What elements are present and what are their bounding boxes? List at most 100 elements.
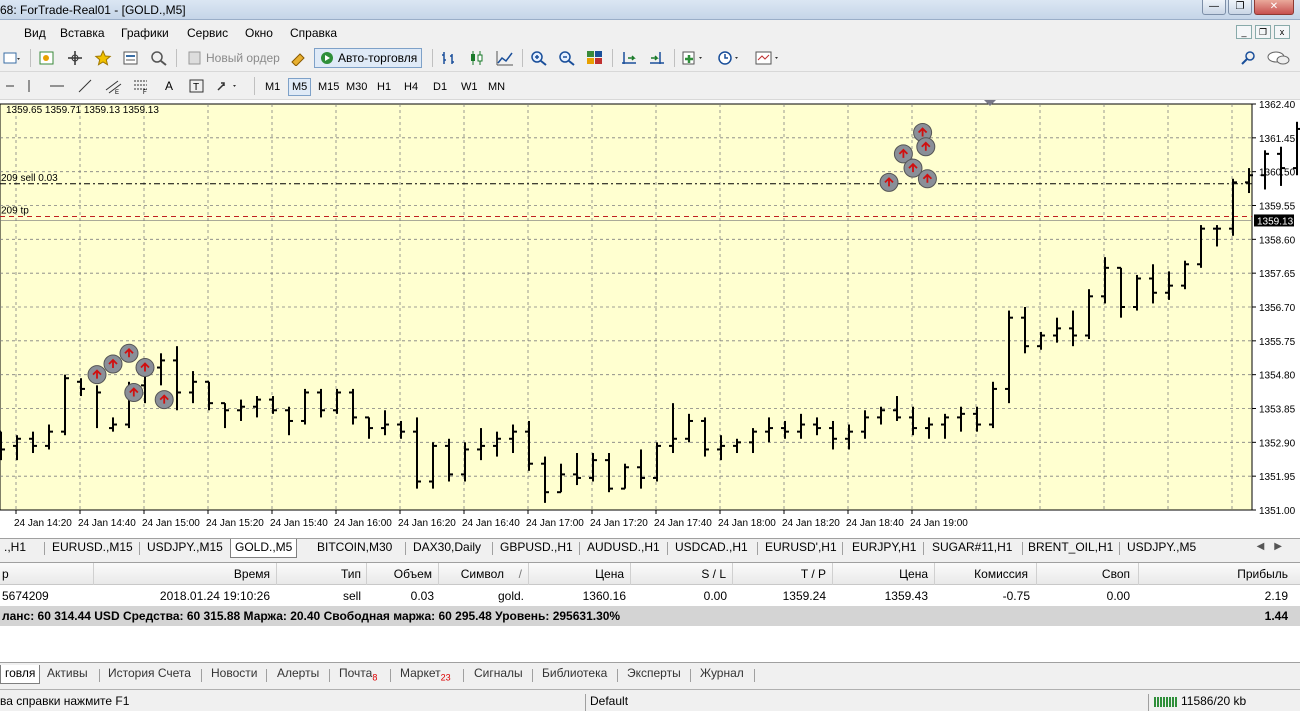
tf-m15[interactable]: M15	[314, 78, 343, 96]
line-chart-icon[interactable]	[494, 48, 516, 68]
text-label-icon[interactable]: T	[186, 76, 208, 96]
tf-h1[interactable]: H1	[373, 78, 395, 96]
tf-m5[interactable]: M5	[288, 78, 312, 96]
candlestick-chart-icon[interactable]	[466, 48, 488, 68]
terminal-icon[interactable]	[120, 48, 142, 68]
chart-tab-usdjpy-m5[interactable]: USDJPY.,M5	[1123, 539, 1200, 558]
tab-journal[interactable]: Журнал	[696, 665, 748, 684]
new-order-button[interactable]: Новый ордер	[182, 48, 285, 68]
menu-tools[interactable]: Сервис	[187, 26, 228, 40]
chart-tab-dax30-daily[interactable]: DAX30,Daily	[409, 539, 485, 558]
col-volume[interactable]: Объем	[370, 567, 432, 581]
tf-d1[interactable]: D1	[429, 78, 451, 96]
tab-news[interactable]: Новости	[207, 665, 261, 684]
chart-tab-usdcad-h1[interactable]: USDCAD.,H1	[671, 539, 752, 558]
tab-library[interactable]: Библиотека	[538, 665, 611, 684]
chart-tab-usdjpy-m15[interactable]: USDJPY.,M15	[143, 539, 227, 558]
price-chart[interactable]: 1362.401361.451360.501359.551358.601357.…	[0, 100, 1300, 538]
status-profile[interactable]: Default	[590, 694, 628, 708]
autotrading-button[interactable]: Авто-торговля	[314, 48, 423, 68]
text-tool-icon[interactable]: A	[158, 76, 180, 96]
vertical-line-icon[interactable]	[18, 76, 40, 96]
horizontal-line-icon[interactable]	[46, 76, 68, 96]
data-window-icon[interactable]	[64, 48, 86, 68]
tf-m1[interactable]: M1	[261, 78, 284, 96]
tab-market[interactable]: Маркет23	[396, 665, 455, 684]
menu-charts[interactable]: Графики	[121, 26, 169, 40]
mdi-close-button[interactable]: x	[1274, 25, 1290, 39]
tab-signals[interactable]: Сигналы	[470, 665, 527, 684]
chart-tab-gbpusd-h1[interactable]: GBPUSD.,H1	[496, 539, 577, 558]
chart-tab-eurusd-h1[interactable]: EURUSD',H1	[761, 539, 841, 558]
tab-experts[interactable]: Эксперты	[623, 665, 685, 684]
col-current-price[interactable]: Цена	[836, 567, 928, 581]
menu-help[interactable]: Справка	[290, 26, 337, 40]
chart-tab-h1[interactable]: .,H1	[0, 539, 30, 558]
tab-scroll-arrows[interactable]: ◀▶	[1257, 541, 1292, 552]
channel-icon[interactable]: E	[102, 76, 124, 96]
chart-window[interactable]: 1362.40 1361.45 1360.50 1359.55 1358.60 1357.…	[0, 100, 1300, 538]
chart-tab-gold-m5[interactable]: GOLD.,M5	[230, 539, 298, 558]
tile-windows-icon[interactable]	[584, 48, 606, 68]
menu-window[interactable]: Окно	[245, 26, 273, 40]
zoom-in-icon[interactable]	[528, 48, 550, 68]
chart-tab-eurjpy-h1[interactable]: EURJPY,H1	[848, 539, 920, 558]
periods-icon[interactable]	[716, 48, 746, 68]
minimize-button[interactable]: —	[1202, 0, 1226, 15]
auto-scroll-icon[interactable]	[646, 48, 668, 68]
chart-tab-audusd-h1[interactable]: AUDUSD.,H1	[583, 539, 664, 558]
meta-editor-icon[interactable]	[288, 48, 310, 68]
chat-icon[interactable]	[1266, 48, 1292, 68]
col-time[interactable]: Время	[100, 567, 270, 581]
fibonacci-icon[interactable]: F	[130, 76, 152, 96]
col-swap[interactable]: Своп	[1040, 567, 1130, 581]
trendline-icon[interactable]	[74, 76, 96, 96]
market-watch-icon[interactable]	[36, 48, 58, 68]
chart-tab-brent-h1[interactable]: BRENT_OIL,H1	[1024, 539, 1117, 558]
chart-tab-sugar-h1[interactable]: SUGAR#11,H1	[928, 539, 1016, 558]
tf-h4[interactable]: H4	[400, 78, 422, 96]
col-sl[interactable]: S / L	[634, 567, 726, 581]
tf-w1[interactable]: W1	[457, 78, 482, 96]
indicators-icon[interactable]	[680, 48, 710, 68]
mdi-minimize-button[interactable]: _	[1236, 25, 1252, 39]
table-row[interactable]: 5674209 2018.01.24 19:10:26 sell 0.03 go…	[0, 586, 1300, 606]
tab-mailbox[interactable]: Почта8	[335, 665, 381, 684]
new-chart-icon[interactable]	[2, 48, 24, 68]
tab-assets[interactable]: Активы	[43, 665, 92, 684]
search-icon[interactable]	[1238, 48, 1260, 68]
col-profit[interactable]: Прибыль	[1142, 567, 1288, 581]
arrows-icon[interactable]	[214, 76, 244, 96]
strategy-tester-icon[interactable]	[148, 48, 170, 68]
mdi-restore-button[interactable]: ❐	[1255, 25, 1271, 39]
close-button[interactable]: ✕	[1254, 0, 1294, 15]
col-commission[interactable]: Комиссия	[938, 567, 1028, 581]
tf-m30[interactable]: M30	[342, 78, 371, 96]
tab-alerts[interactable]: Алерты	[273, 665, 323, 684]
chart-shift-icon[interactable]	[618, 48, 640, 68]
tab-history[interactable]: История Счета	[104, 665, 195, 684]
svg-text:F: F	[143, 90, 147, 94]
price-axis-label: 1351.95	[1259, 472, 1296, 483]
price-bar	[1293, 121, 1300, 176]
chart-tab-bitcoin-m30[interactable]: BITCOIN,M30	[313, 539, 396, 558]
menu-insert[interactable]: Вставка	[60, 26, 105, 40]
col-symbol[interactable]: Символ	[442, 567, 504, 581]
bar-chart-icon[interactable]	[438, 48, 460, 68]
col-tp[interactable]: T / P	[736, 567, 826, 581]
tab-trade[interactable]: говля	[0, 665, 41, 684]
zoom-out-icon[interactable]	[556, 48, 578, 68]
tf-mn[interactable]: MN	[484, 78, 509, 96]
col-order[interactable]: р	[2, 567, 9, 581]
col-price[interactable]: Цена	[532, 567, 624, 581]
terminal-tabs: говля Активы История Счета Новости Алерт…	[0, 662, 1300, 684]
templates-icon[interactable]	[754, 48, 784, 68]
menu-view[interactable]: Вид	[24, 26, 46, 40]
order-time: 2018.01.24 19:10:26	[159, 589, 270, 603]
chart-tab-eurusd-m15[interactable]: EURUSD.,M15	[48, 539, 137, 558]
chart-tabs: .,H1 EURUSD.,M15 USDJPY.,M15 GOLD.,M5 BI…	[0, 538, 1300, 558]
col-type[interactable]: Тип	[280, 567, 361, 581]
maximize-button[interactable]: ❐	[1228, 0, 1252, 15]
connection-icon	[1154, 695, 1178, 710]
navigator-icon[interactable]	[92, 48, 114, 68]
